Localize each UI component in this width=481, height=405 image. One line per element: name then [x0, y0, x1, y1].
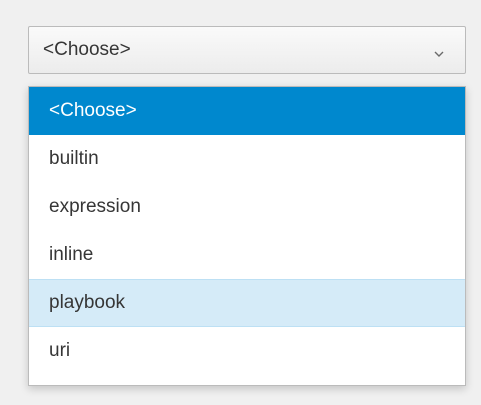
select-value: <Choose>	[43, 39, 131, 60]
chevron-down-icon[interactable]	[431, 44, 447, 57]
type-select[interactable]: <Choose>	[28, 26, 466, 74]
option-inline[interactable]: inline	[29, 231, 465, 279]
option-label: playbook	[49, 292, 126, 313]
dropdown-list: <Choose> builtin expression inline playb…	[28, 86, 466, 386]
option-playbook[interactable]: playbook	[29, 279, 465, 327]
option-label: builtin	[49, 148, 99, 169]
option-expression[interactable]: expression	[29, 183, 465, 231]
option-label: uri	[49, 340, 71, 361]
option-builtin[interactable]: builtin	[29, 135, 465, 183]
option-choose[interactable]: <Choose>	[29, 87, 465, 135]
option-label: inline	[49, 244, 94, 265]
option-label: expression	[49, 196, 141, 217]
option-uri[interactable]: uri	[29, 327, 465, 375]
option-label: <Choose>	[49, 100, 137, 121]
